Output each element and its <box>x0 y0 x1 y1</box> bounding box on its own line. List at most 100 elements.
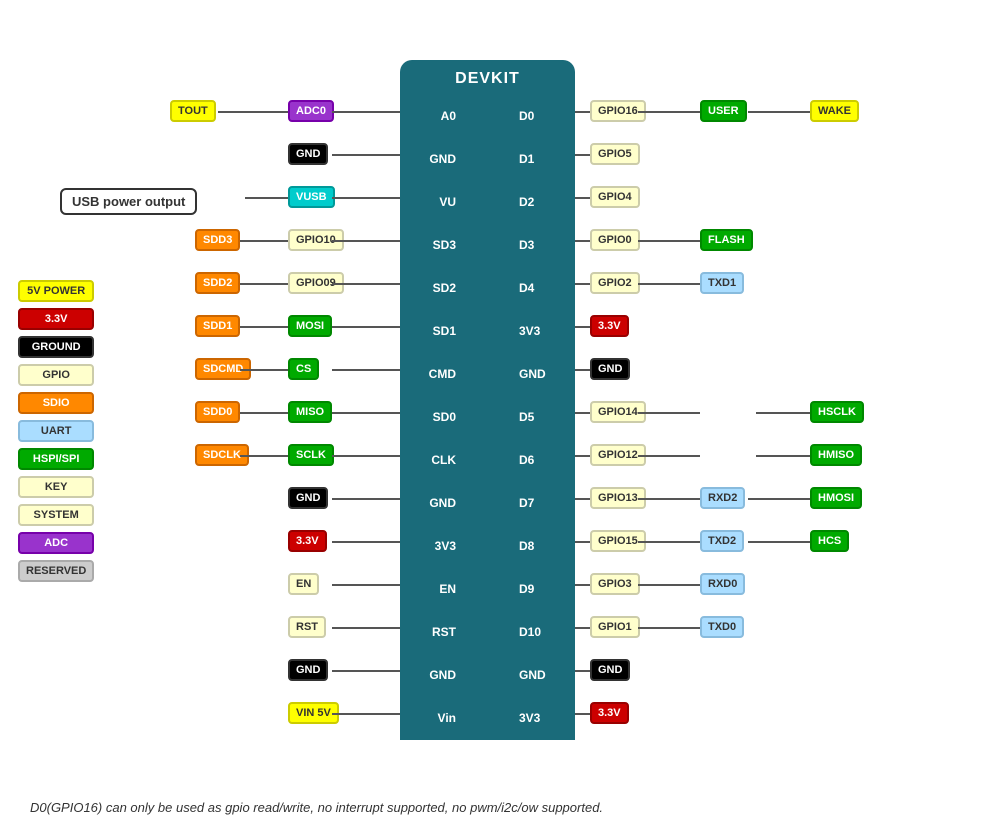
connector-line-mid <box>240 240 288 242</box>
connector-line-left <box>332 197 400 199</box>
connector-line-right <box>575 498 590 500</box>
chip-pin-right: D10 <box>515 625 565 639</box>
connector-line-left <box>332 369 400 371</box>
chip-pin-right: D7 <box>515 496 565 510</box>
connector-line-right <box>575 455 590 457</box>
connector-line-right-ext <box>748 541 810 543</box>
chip-pin-left: SD1 <box>410 324 460 338</box>
chip-pin-left: EN <box>410 582 460 596</box>
legend-item-3.3v: 3.3V <box>18 308 94 330</box>
badge-sdd3: SDD3 <box>195 229 240 251</box>
chip-pin-right: D8 <box>515 539 565 553</box>
chip-pin-left: VU <box>410 195 460 209</box>
connector-line-left <box>332 111 400 113</box>
connector-line-left <box>332 627 400 629</box>
badge-tout: TOUT <box>170 100 216 122</box>
footnote: D0(GPIO16) can only be used as gpio read… <box>30 800 603 815</box>
chip-pin-left: Vin <box>410 711 460 725</box>
chip-pin-right: D5 <box>515 410 565 424</box>
connector-line-right <box>575 713 590 715</box>
chip-row: RSTD10 <box>400 611 575 654</box>
badge-txd1: TXD1 <box>700 272 744 294</box>
connector-line-left <box>332 283 400 285</box>
badge-cs: CS <box>288 358 319 380</box>
legend-item-sdio: SDIO <box>18 392 94 414</box>
chip-pin-right: D9 <box>515 582 565 596</box>
chip-pin-right: D4 <box>515 281 565 295</box>
connector-line-left <box>332 670 400 672</box>
connector-line-right-ext <box>748 498 810 500</box>
connector-line-left <box>332 412 400 414</box>
legend: 5V POWER3.3VGROUNDGPIOSDIOUARTHSPI/SPIKE… <box>18 280 94 582</box>
chip-row: A0 D0 <box>400 94 575 137</box>
chip-pin-left: SD2 <box>410 281 460 295</box>
badge-txd0: TXD0 <box>700 616 744 638</box>
chip-row: SD2 D4 <box>400 266 575 309</box>
connector-line-left <box>332 240 400 242</box>
chip-row: SD13V3 <box>400 309 575 352</box>
legend-item-key: KEY <box>18 476 94 498</box>
chip-pin-right: GND <box>515 668 565 682</box>
chip-row: CLKD6 <box>400 439 575 482</box>
connector-line-mid <box>240 369 288 371</box>
connector-line-right <box>575 326 590 328</box>
badge-rxd2: RXD2 <box>700 487 745 509</box>
badge-rxd0: RXD0 <box>700 573 745 595</box>
badge-mosi: MOSI <box>288 315 332 337</box>
badge-gpio5: GPIO5 <box>590 143 640 165</box>
badge-gpio2: GPIO2 <box>590 272 640 294</box>
diagram: USB power output DEVKIT A0 D0 GNDD1 VU D2 SD3… <box>0 0 1000 827</box>
chip-pin-left: A0 <box>410 109 460 123</box>
badge-user: USER <box>700 100 747 122</box>
legend-item-hspi/spi: HSPI/SPI <box>18 448 94 470</box>
badge-3.3v: 3.3V <box>590 702 629 724</box>
legend-item-5v-power: 5V POWER <box>18 280 94 302</box>
chip-pin-right: D0 <box>515 109 565 123</box>
connector-line-right <box>575 670 590 672</box>
badge-gpio4: GPIO4 <box>590 186 640 208</box>
connector-line-right-ext <box>638 240 700 242</box>
connector-line-mid <box>240 326 288 328</box>
connector-line-right-ext <box>638 627 700 629</box>
chip-pin-right: D6 <box>515 453 565 467</box>
badge-sclk: SCLK <box>288 444 334 466</box>
badge-3.3v: 3.3V <box>590 315 629 337</box>
connector-line-mid <box>240 455 288 457</box>
chip-row: VU D2 <box>400 180 575 223</box>
connector-line-right <box>575 283 590 285</box>
usb-power-label: USB power output <box>60 188 197 215</box>
badge-gpio3: GPIO3 <box>590 573 640 595</box>
badge-hsclk: HSCLK <box>810 401 864 423</box>
chip-row: Vin3V3 <box>400 697 575 740</box>
badge-sdd2: SDD2 <box>195 272 240 294</box>
connector-line-left <box>332 541 400 543</box>
connector-line-left <box>332 713 400 715</box>
connector-line-right <box>575 412 590 414</box>
badge-adc0: ADC0 <box>288 100 334 122</box>
legend-item-system: SYSTEM <box>18 504 94 526</box>
connector-line-right <box>575 584 590 586</box>
badge-miso: MISO <box>288 401 332 423</box>
connector-line-left <box>332 154 400 156</box>
badge-gnd: GND <box>590 659 630 681</box>
chip-row: GNDD1 <box>400 137 575 180</box>
badge-sdd0: SDD0 <box>195 401 240 423</box>
chip-pin-right: D2 <box>515 195 565 209</box>
badge-gnd: GND <box>288 487 328 509</box>
chip: DEVKIT A0D0GNDD1VUD2SD3D3SD2D4SD13V3CMDG… <box>400 60 575 740</box>
connector-line-right-ext <box>638 498 700 500</box>
badge-gnd: GND <box>288 143 328 165</box>
chip-title: DEVKIT <box>455 60 520 94</box>
chip-pin-left: SD3 <box>410 238 460 252</box>
legend-item-gpio: GPIO <box>18 364 94 386</box>
connector-line-right-ext <box>638 541 700 543</box>
badge-gnd: GND <box>590 358 630 380</box>
connector-line-right-ext <box>638 111 700 113</box>
chip-pin-left: CMD <box>410 367 460 381</box>
connector-line-right-ext <box>748 111 810 113</box>
chip-row: SD0D5 <box>400 395 575 438</box>
connector-line-right <box>575 154 590 156</box>
chip-row: CMDGND <box>400 352 575 395</box>
chip-row: GNDGND <box>400 654 575 697</box>
connector-line-right-ext <box>638 584 700 586</box>
